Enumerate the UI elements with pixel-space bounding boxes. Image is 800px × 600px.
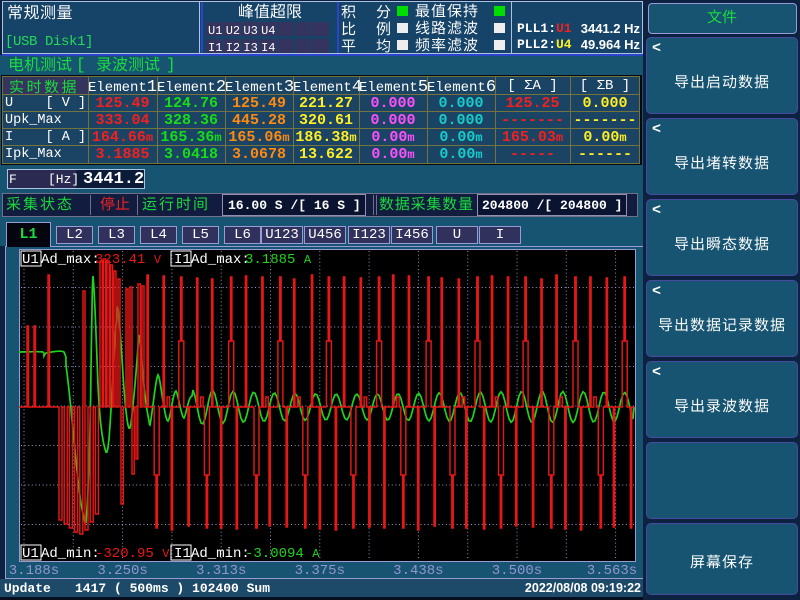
svg-text:-320.95 V: -320.95 V [95,546,170,562]
svg-text:3.1885 A: 3.1885 A [245,252,312,268]
svg-text:Ad_min:: Ad_min: [191,546,250,562]
svg-text:I1: I1 [174,252,191,268]
svg-text:Ad_max:: Ad_max: [191,252,250,268]
svg-text:U1: U1 [22,252,39,268]
svg-text:Ad_min:: Ad_min: [41,546,100,562]
svg-text:323.41 V: 323.41 V [95,252,162,268]
svg-text:U1: U1 [22,546,39,562]
svg-text:-3.0094 A: -3.0094 A [245,546,320,562]
svg-text:I1: I1 [174,546,191,562]
svg-text:Ad_max:: Ad_max: [41,252,100,268]
